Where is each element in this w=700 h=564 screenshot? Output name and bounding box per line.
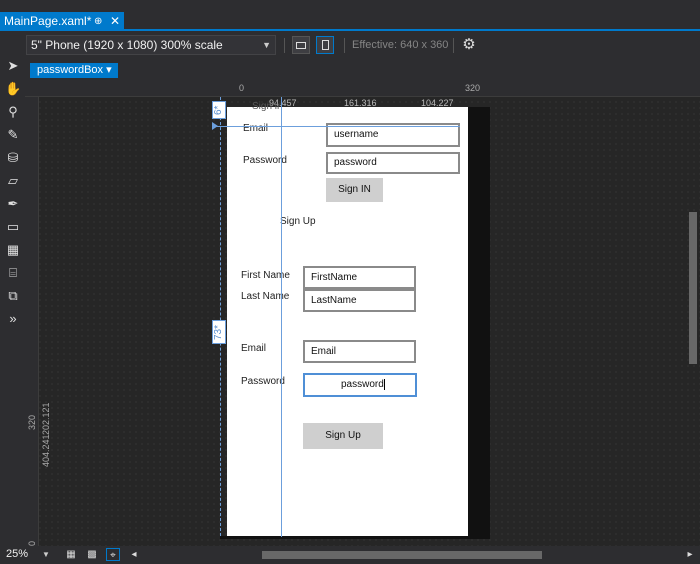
snap-lines-icon[interactable]: ⌖ [106, 548, 120, 561]
alignment-guide [281, 97, 282, 537]
portrait-icon [322, 40, 329, 50]
scroll-right-icon[interactable]: ▸ [683, 548, 697, 561]
rectangle-icon[interactable]: ▭ [5, 219, 21, 235]
vertical-ruler: 320 404.241 202.121 0 [25, 97, 51, 546]
chevron-down-icon: ▼ [262, 40, 271, 50]
pin-icon[interactable]: ⊕ [94, 12, 102, 31]
last-name-label: Last Name [241, 291, 290, 302]
horizontal-ruler: 0 320 [25, 81, 700, 97]
margin-badge-top[interactable]: 6* [212, 101, 226, 119]
last-name-input[interactable]: LastName [303, 289, 416, 312]
vertical-scrollbar-thumb[interactable] [689, 212, 697, 364]
toolbar-divider [284, 38, 285, 53]
toolbar-divider [453, 38, 454, 53]
chevron-down-icon: ▼ [42, 550, 50, 559]
password-box[interactable]: password [303, 373, 417, 397]
sign-in-label-partial: Sign in [252, 101, 283, 112]
gear-icon[interactable]: ⚙ [460, 36, 478, 54]
close-icon[interactable]: ✕ [110, 12, 120, 31]
element-breadcrumb[interactable]: passwordBox ▾ [30, 63, 118, 78]
sign-in-button[interactable]: Sign IN [326, 178, 383, 202]
first-name-label: First Name [241, 270, 290, 281]
ruler-label: 320 [27, 414, 37, 430]
snap-grid-icon[interactable]: ▩ [85, 548, 99, 561]
paint-bucket-icon[interactable]: ⛁ [5, 150, 21, 166]
alignment-guide [214, 126, 460, 127]
measure-value: 161.316 [344, 98, 377, 108]
measure-value: 104.227 [421, 98, 454, 108]
eraser-icon[interactable]: ▱ [5, 173, 21, 189]
margin-guide-left [220, 97, 221, 536]
phone-frame-edge [220, 536, 490, 539]
eyedropper-icon[interactable]: ✎ [5, 127, 21, 143]
document-tab-bar: MainPage.xaml* ⊕ ✕ [0, 0, 700, 31]
grid-toggle-icon[interactable]: ▦ [64, 548, 78, 561]
effective-resolution: Effective: 640 x 360 [352, 39, 449, 51]
first-name-input[interactable]: FirstName [303, 266, 416, 289]
signup-email-label: Email [241, 343, 267, 354]
pen-icon[interactable]: ✒ [5, 196, 21, 212]
expand-icon[interactable]: » [5, 311, 21, 327]
horizontal-scrollbar[interactable] [130, 550, 680, 560]
sign-up-title: Sign Up [280, 216, 316, 227]
tab-title: MainPage.xaml* [4, 14, 92, 28]
arrow-select-icon[interactable]: ➤ [5, 58, 21, 74]
portrait-button[interactable] [316, 36, 334, 54]
ruler-label: 404.241 [41, 434, 51, 467]
control-icon[interactable]: ⧉ [5, 288, 21, 304]
designer-status-bar: 25% ▼ ▦ ▩ ⌖ ◂ ▸ [0, 546, 700, 564]
login-email-label: Email [243, 123, 269, 134]
ruler-label: 320 [465, 83, 481, 93]
ruler-label: 0 [239, 83, 245, 93]
textbox-icon[interactable]: ⌸ [5, 265, 21, 281]
tab-mainpage[interactable]: MainPage.xaml* ⊕ ✕ [0, 12, 124, 31]
grid-layout-icon[interactable]: ▦ [5, 242, 21, 258]
password-box-value: password [341, 379, 384, 390]
zoom-dropdown[interactable]: 25% ▼ [6, 548, 50, 560]
text-caret [383, 378, 385, 390]
designer-toolbar: 5" Phone (1920 x 1080) 300% scale ▼ Effe… [0, 31, 700, 59]
signup-email-input[interactable]: Email [303, 340, 416, 363]
zoom-icon[interactable]: ⚲ [5, 104, 21, 120]
element-breadcrumb-bar: passwordBox ▾ [0, 59, 700, 81]
landscape-icon [296, 42, 306, 49]
device-dropdown[interactable]: 5" Phone (1920 x 1080) 300% scale ▼ [26, 35, 276, 55]
sign-up-button[interactable]: Sign Up [303, 423, 383, 449]
horizontal-scrollbar-thumb[interactable] [262, 551, 542, 559]
device-dropdown-value: 5" Phone (1920 x 1080) 300% scale [31, 38, 223, 52]
signup-password-label: Password [241, 376, 285, 387]
margin-arrow-icon [212, 122, 218, 130]
ruler-label: 202.121 [41, 402, 51, 435]
toolbar-divider [344, 38, 345, 53]
tool-palette: ➤ ✋ ⚲ ✎ ⛁ ▱ ✒ ▭ ▦ ⌸ ⧉ » [0, 32, 25, 546]
phone-frame-edge [468, 107, 490, 538]
login-password-input[interactable]: password [326, 152, 460, 174]
hand-pan-icon[interactable]: ✋ [5, 81, 21, 97]
zoom-value: 25% [6, 548, 29, 560]
margin-badge-left[interactable]: 73* [212, 320, 226, 344]
landscape-button[interactable] [292, 36, 310, 54]
